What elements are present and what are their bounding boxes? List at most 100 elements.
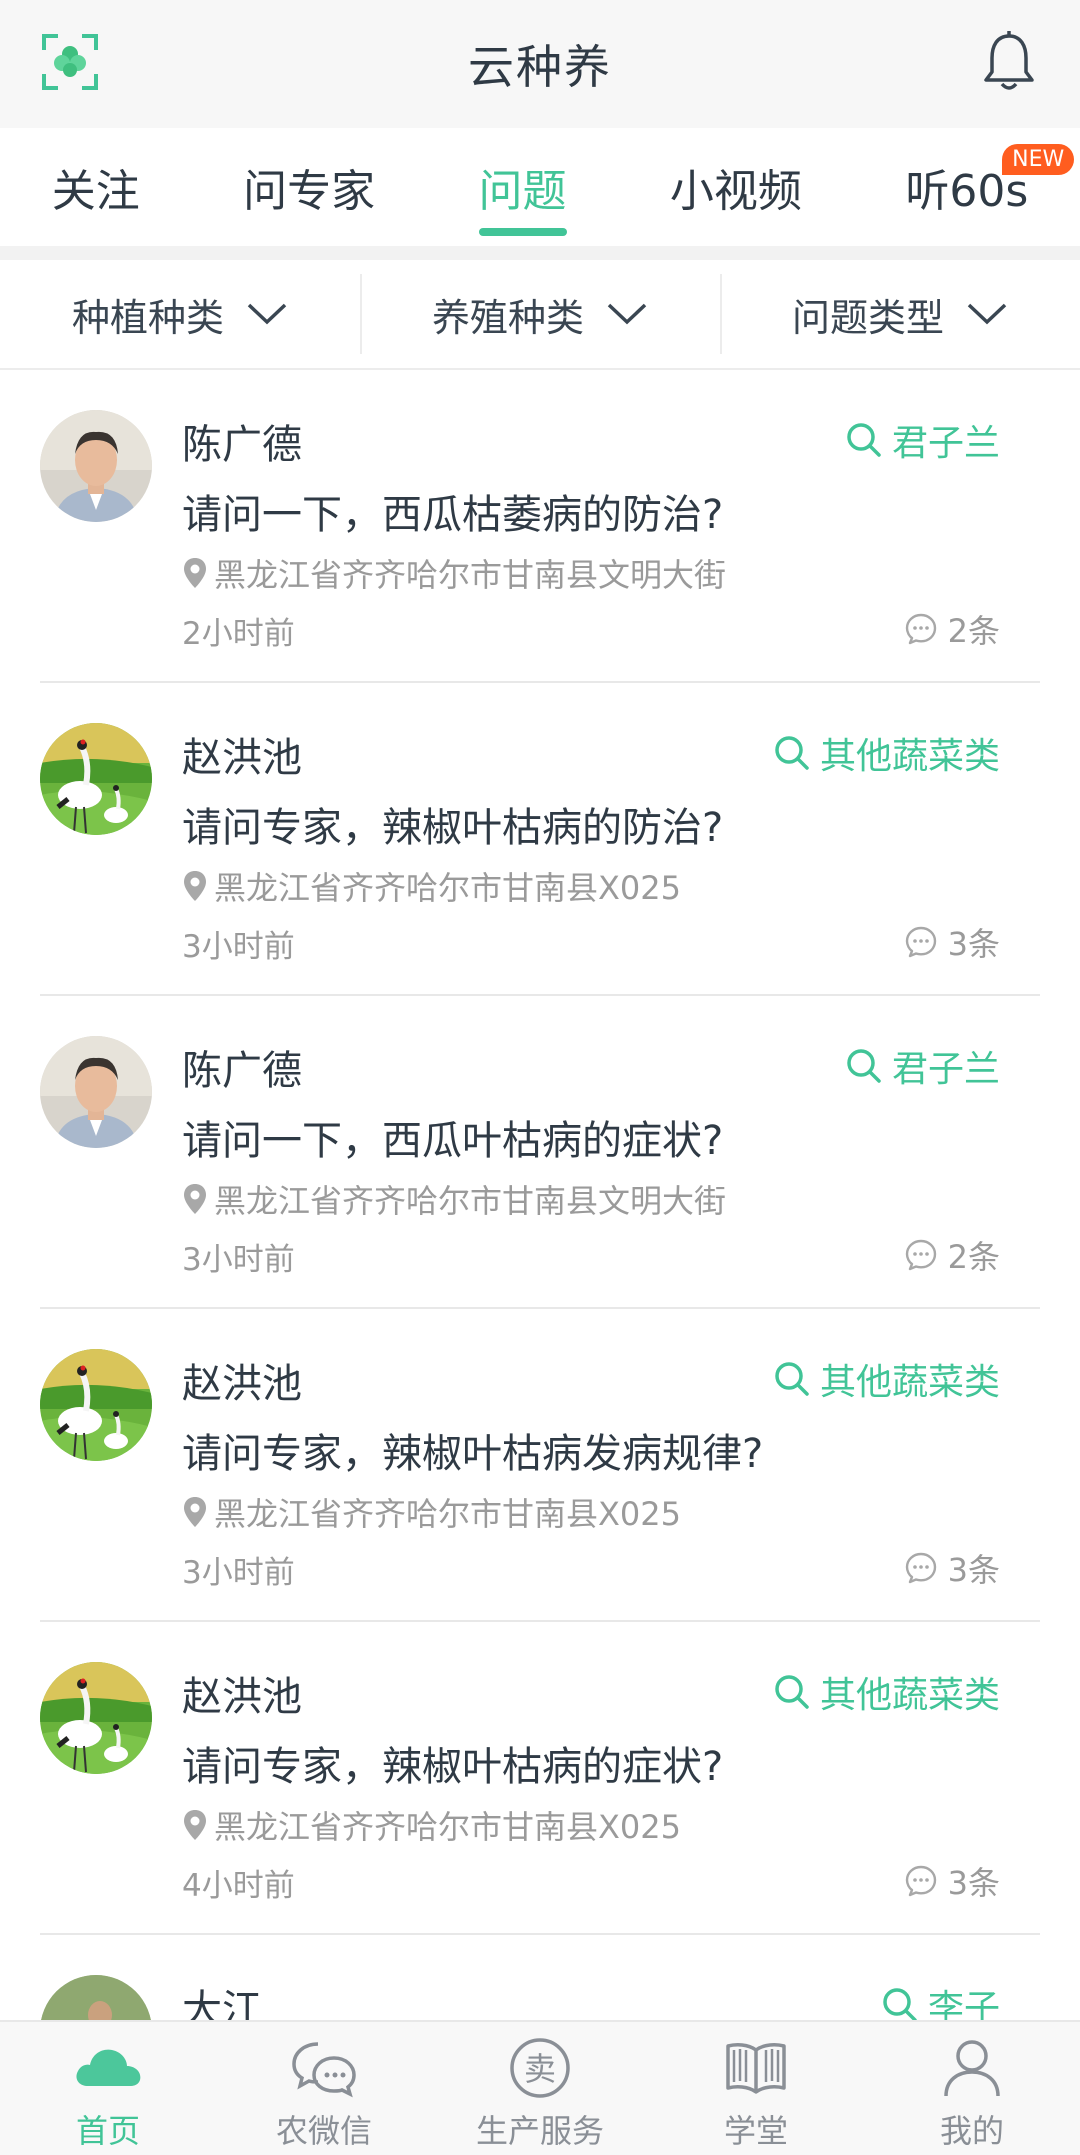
question-item[interactable]: 赵洪池 其他蔬菜类 请问专家，辣椒叶枯病的防治? 黑龙江省齐齐哈尔市甘南县X02…: [40, 683, 1040, 996]
location-pin-icon: [182, 1182, 208, 1216]
location: 黑龙江省齐齐哈尔市甘南县X025: [182, 1802, 681, 1848]
author-name[interactable]: 大江: [182, 1977, 262, 2020]
location-pin-icon: [182, 1495, 208, 1529]
question-item[interactable]: 陈广德 君子兰 请问一下，西瓜枯萎病的防治? 黑龙江省齐齐哈尔市甘南县文明大街 …: [40, 370, 1040, 683]
category-tag[interactable]: 其他蔬菜类: [772, 1353, 1000, 1405]
filter-label: 种植种类: [71, 295, 224, 340]
tab-listen-60s[interactable]: 听60s NEW: [905, 128, 1075, 246]
tab-label: 问题: [478, 166, 567, 217]
reply-count-text: 3条: [947, 925, 1000, 963]
search-icon: [844, 1046, 884, 1086]
post-time: 2小时前: [182, 616, 295, 652]
question-text[interactable]: 请问专家，辣椒叶枯病的防治?: [182, 795, 723, 853]
category-tag[interactable]: 李子: [880, 1979, 1000, 2020]
author-name[interactable]: 陈广德: [182, 1038, 302, 1096]
question-item[interactable]: 大江 李子: [40, 1935, 1040, 2020]
category-tag[interactable]: 其他蔬菜类: [772, 1666, 1000, 1718]
reply-count: 3条: [904, 1858, 1000, 1904]
avatar[interactable]: [40, 410, 152, 522]
tab-label: 关注: [51, 166, 140, 217]
avatar-image: [40, 1349, 152, 1461]
avatar[interactable]: [40, 1662, 152, 1774]
app-title: 云种养: [468, 40, 612, 94]
location: 黑龙江省齐齐哈尔市甘南县X025: [182, 1489, 681, 1535]
category-tag[interactable]: 君子兰: [844, 414, 1000, 466]
question-item[interactable]: 陈广德 君子兰 请问一下，西瓜叶枯病的症状? 黑龙江省齐齐哈尔市甘南县文明大街 …: [40, 996, 1040, 1309]
avatar[interactable]: [40, 1975, 152, 2020]
bottom-nav: 首页 农微信 卖 生产服务 学堂 我的: [0, 2020, 1080, 2155]
author-name[interactable]: 赵洪池: [182, 1664, 302, 1722]
bell-icon[interactable]: [982, 30, 1036, 94]
tag-label: 君子兰: [891, 1049, 1000, 1090]
tab-short-video[interactable]: 小视频: [670, 128, 802, 246]
nav-label: 首页: [75, 2112, 140, 2150]
question-item[interactable]: 赵洪池 其他蔬菜类 请问专家，辣椒叶枯病的症状? 黑龙江省齐齐哈尔市甘南县X02…: [40, 1622, 1040, 1935]
comment-icon: [904, 925, 938, 959]
location-pin-icon: [182, 556, 208, 590]
sell-glyph: 卖: [524, 2050, 556, 2088]
reply-count: 2条: [904, 1232, 1000, 1278]
nav-production-service[interactable]: 卖 生产服务: [440, 2022, 640, 2155]
nav-home[interactable]: 首页: [8, 2022, 208, 2155]
top-header: 云种养: [0, 0, 1080, 128]
filter-planting-type[interactable]: 种植种类: [0, 260, 360, 368]
location-pin-icon: [182, 869, 208, 903]
question-text[interactable]: 请问专家，辣椒叶枯病发病规律?: [182, 1421, 763, 1479]
tab-ask-expert[interactable]: 问专家: [243, 128, 375, 246]
filter-label: 问题类型: [791, 295, 944, 340]
question-text[interactable]: 请问一下，西瓜枯萎病的防治?: [182, 482, 723, 540]
post-time: 3小时前: [182, 1555, 295, 1591]
comment-icon: [904, 1551, 938, 1585]
location-text: 黑龙江省齐齐哈尔市甘南县X025: [214, 869, 682, 907]
cloud-home-icon: [76, 2049, 141, 2086]
tag-label: 君子兰: [891, 423, 1000, 464]
comment-icon: [904, 1864, 938, 1898]
scan-logo-icon[interactable]: [40, 32, 100, 92]
tag-label: 李子: [927, 1988, 1000, 2020]
nav-mine[interactable]: 我的: [872, 2022, 1072, 2155]
reply-count: 3条: [904, 1545, 1000, 1591]
nav-label: 学堂: [723, 2112, 788, 2150]
section-divider: [0, 246, 1080, 260]
question-text[interactable]: 请问专家，辣椒叶枯病的症状?: [182, 1734, 723, 1792]
avatar-image: [40, 410, 152, 522]
filter-question-type[interactable]: 问题类型: [720, 260, 1080, 368]
question-text[interactable]: 请问一下，西瓜叶枯病的症状?: [182, 1108, 723, 1166]
filter-bar: 种植种类 养殖种类 问题类型: [0, 260, 1080, 370]
nav-farm-wechat[interactable]: 农微信: [224, 2022, 424, 2155]
tab-follow[interactable]: 关注: [52, 128, 140, 246]
comment-icon: [904, 1238, 938, 1272]
category-tag[interactable]: 其他蔬菜类: [772, 727, 1000, 779]
category-tag[interactable]: 君子兰: [844, 1040, 1000, 1092]
filter-label: 养殖种类: [431, 295, 584, 340]
sell-circle-icon: 卖: [510, 2038, 570, 2098]
avatar-image: [40, 723, 152, 835]
chevron-down-icon: [247, 303, 287, 325]
nav-label: 我的: [939, 2112, 1004, 2150]
author-name[interactable]: 赵洪池: [182, 725, 302, 783]
avatar-image: [40, 1975, 152, 2020]
tab-questions[interactable]: 问题: [478, 128, 567, 246]
author-name[interactable]: 陈广德: [182, 412, 302, 470]
comment-icon: [904, 612, 938, 646]
location-text: 黑龙江省齐齐哈尔市甘南县文明大街: [214, 1182, 727, 1220]
search-icon: [844, 420, 884, 460]
avatar[interactable]: [40, 1036, 152, 1148]
filter-breeding-type[interactable]: 养殖种类: [360, 260, 720, 368]
search-icon: [880, 1985, 920, 2020]
reply-count-text: 2条: [947, 1238, 1000, 1276]
chevron-down-icon: [607, 303, 647, 325]
search-icon: [772, 1359, 812, 1399]
location-pin-icon: [182, 1808, 208, 1842]
reply-count: 3条: [904, 919, 1000, 965]
chat-bubbles-icon: [292, 2042, 356, 2098]
avatar[interactable]: [40, 723, 152, 835]
author-name[interactable]: 赵洪池: [182, 1351, 302, 1409]
nav-classroom[interactable]: 学堂: [656, 2022, 856, 2155]
reply-count-text: 3条: [947, 1551, 1000, 1589]
tab-label: 小视频: [669, 166, 802, 217]
avatar[interactable]: [40, 1349, 152, 1461]
question-item[interactable]: 赵洪池 其他蔬菜类 请问专家，辣椒叶枯病发病规律? 黑龙江省齐齐哈尔市甘南县X0…: [40, 1309, 1040, 1622]
nav-label: 农微信: [275, 2112, 372, 2150]
reply-count: 2条: [904, 606, 1000, 652]
